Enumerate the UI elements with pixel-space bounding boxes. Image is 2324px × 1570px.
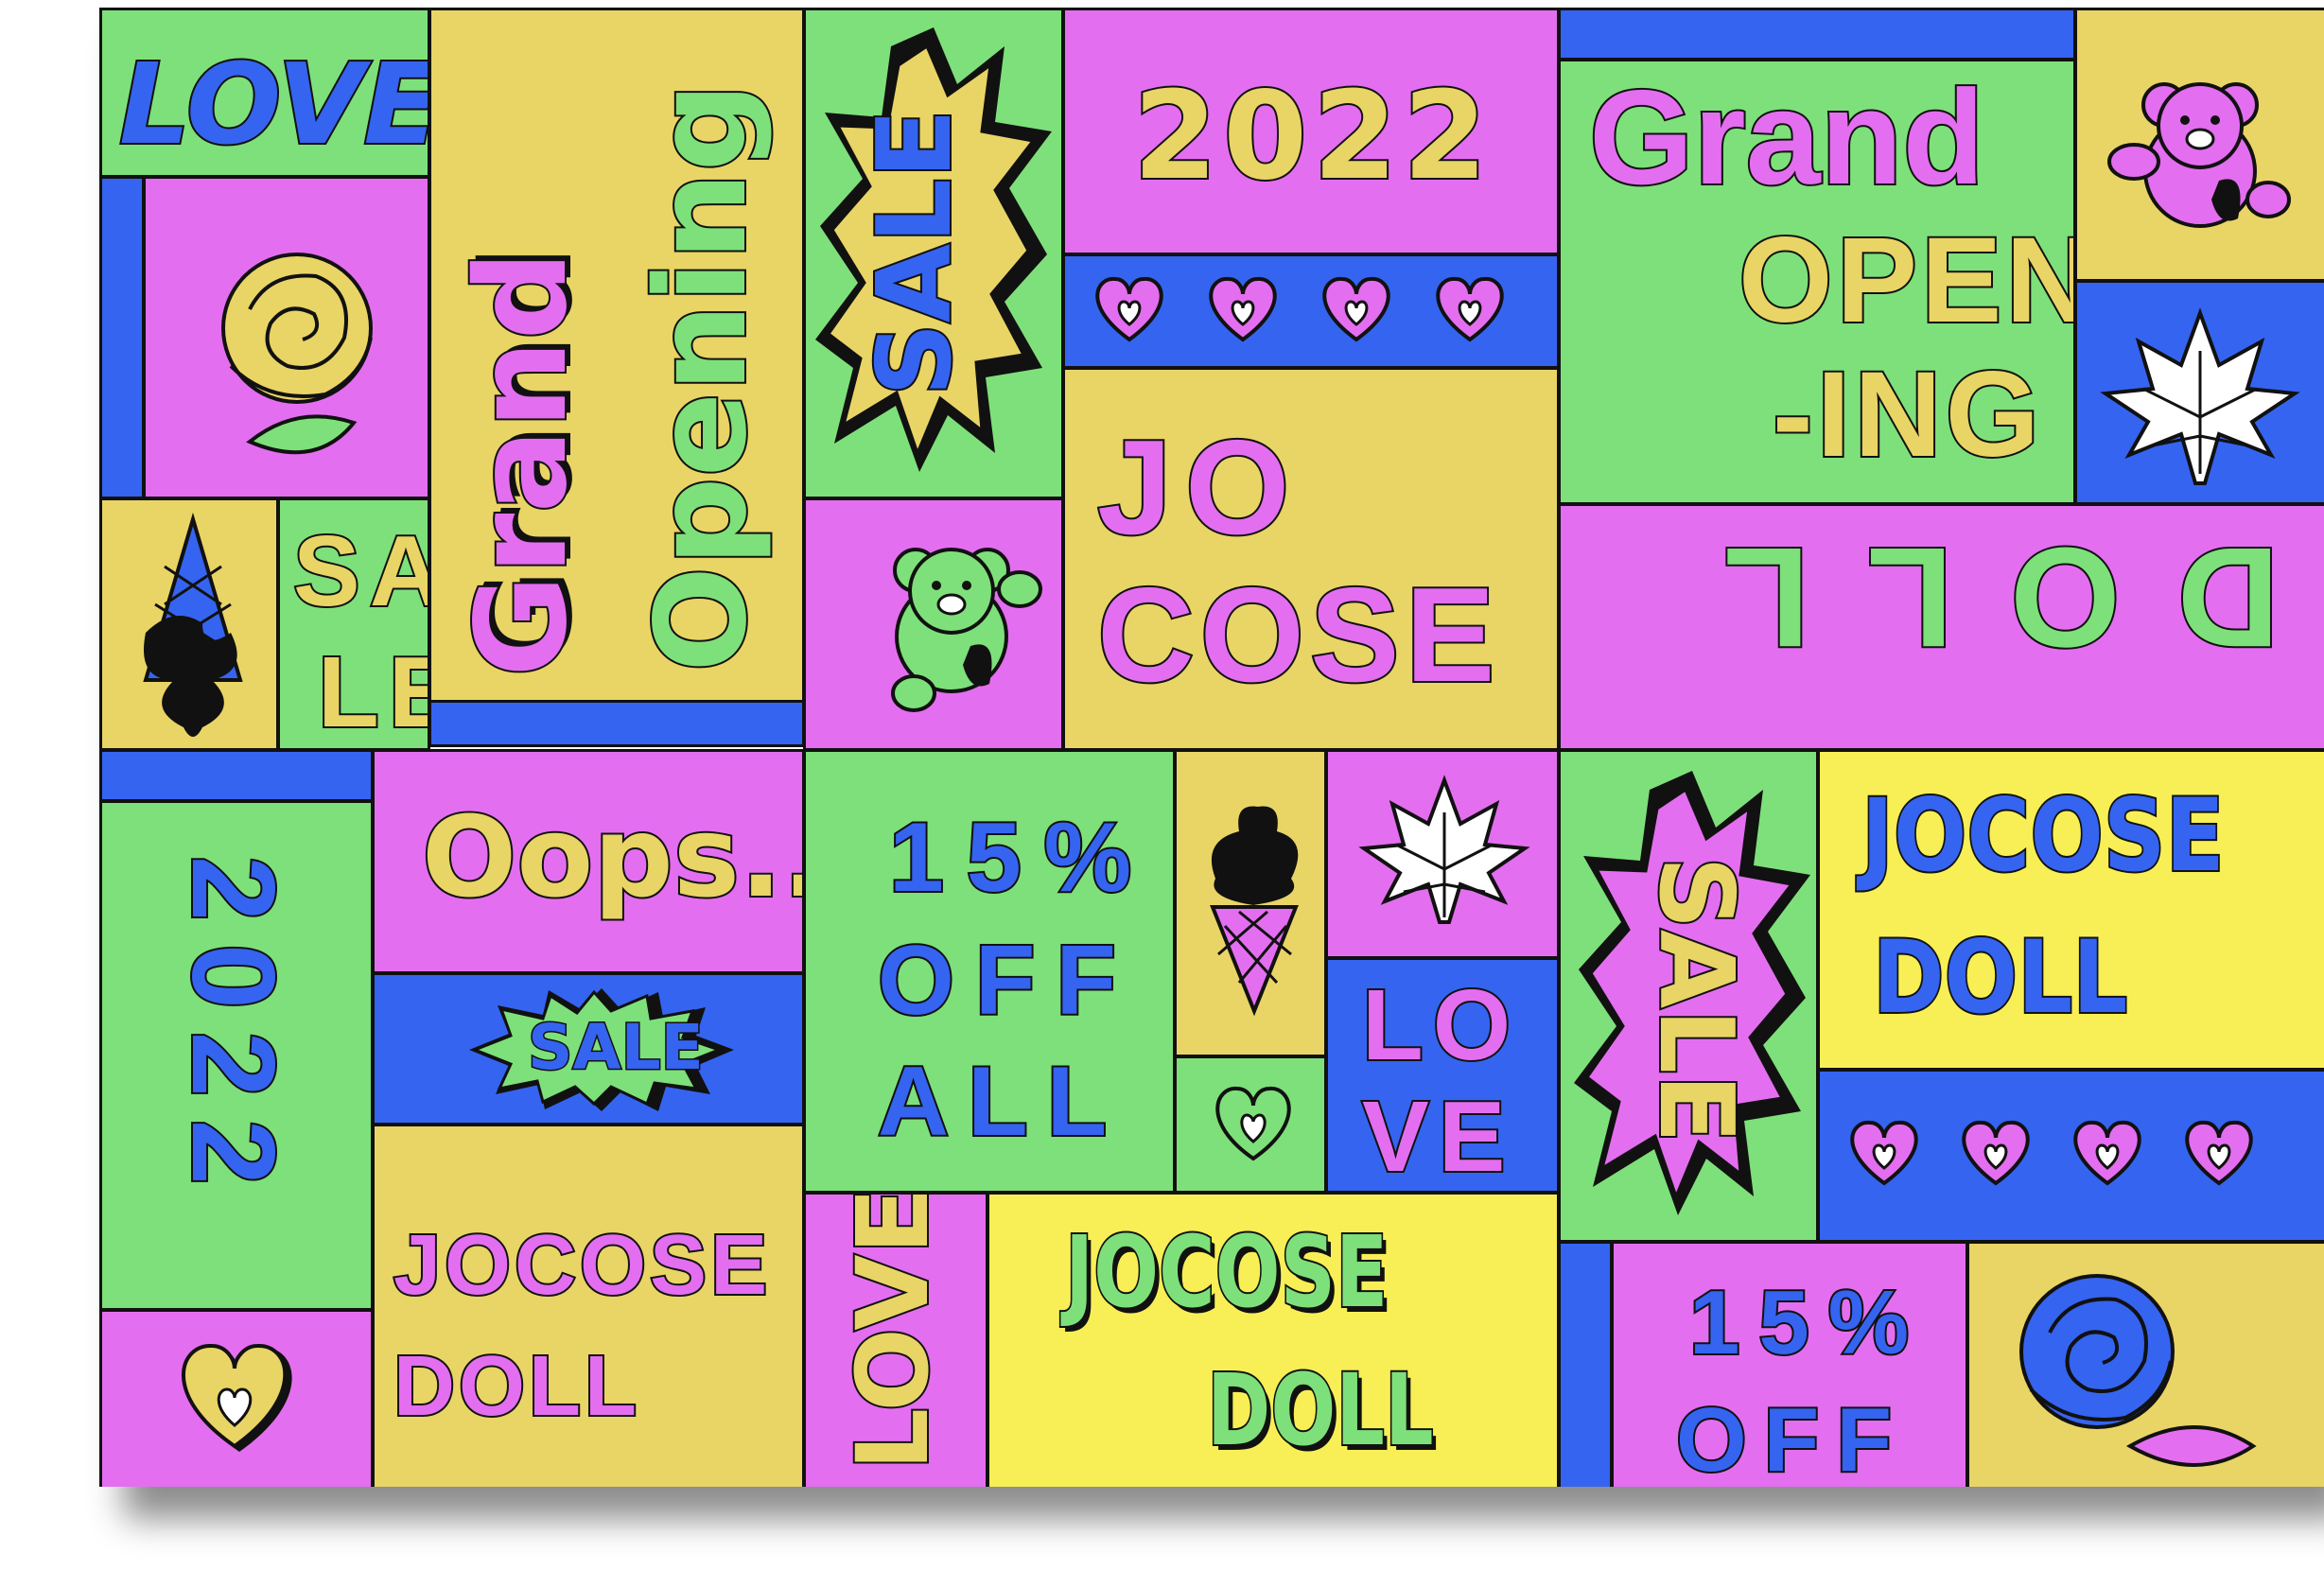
- sale-vertical-text-right: SALE: [1634, 854, 1756, 1145]
- sale-burst-top-cell: SALE: [803, 8, 1064, 499]
- bear-mid-cell: [803, 497, 1064, 751]
- sa-text: SA: [291, 515, 428, 627]
- doll-right-text: DOLL: [1871, 919, 2129, 1036]
- blue-strip-left: [99, 176, 145, 499]
- blue-strip-mid: [428, 700, 805, 747]
- opening-vertical-text: Opening: [627, 80, 777, 674]
- jocose-right-text: JOCOSE: [1860, 777, 2226, 894]
- ice-cream-top-cell: [99, 497, 279, 751]
- year-top-text: 2022: [1131, 66, 1494, 207]
- lo-ve-cell: LO VE: [1325, 957, 1560, 1194]
- heart-icon: [1850, 1120, 1918, 1186]
- maple-leaf-icon: [2100, 307, 2300, 485]
- heart-icon: [1209, 276, 1277, 342]
- ing-right-text: -ING: [1771, 347, 2044, 482]
- pct-15-bottom-text: 15%: [1687, 1272, 1929, 1373]
- heart-icon: [1215, 1086, 1291, 1161]
- sale-small-cell: SALE: [372, 972, 805, 1125]
- rose-icon: [221, 253, 373, 455]
- cose-text: COSE: [1095, 560, 1501, 710]
- jocose-doll-right-cell: JOCOSE DOLL: [1817, 749, 2324, 1071]
- oops-cell: Oops..: [372, 749, 805, 974]
- heart-icon: [1436, 276, 1504, 342]
- blue-strip-top-right: [1558, 8, 2076, 61]
- sale-vertical-text-top: SALE: [854, 107, 976, 398]
- ice-cream-icon: [1210, 806, 1299, 1017]
- grand-opening-cell: Grand Opening: [428, 8, 805, 713]
- bear-top-cell: [2074, 8, 2324, 282]
- doll-rotated-cell: DOLL: [1558, 503, 2324, 751]
- rose-icon: [2019, 1274, 2257, 1467]
- open-right-text: OPEN: [1737, 213, 2076, 348]
- heart-icon: [1962, 1120, 2030, 1186]
- heart-mid-cell: [1174, 1055, 1327, 1194]
- lo-text: LO: [1360, 969, 1521, 1081]
- sa-le-cell: SA LE: [277, 497, 430, 751]
- jocose-bottom-mid-text: JOCOSE: [1063, 1214, 1389, 1330]
- rose-cell-top: [143, 176, 430, 499]
- pct-15-text: 15%: [887, 803, 1155, 913]
- grand-opening-right-cell: Grand OPEN -ING: [1558, 59, 2076, 505]
- sale-small-text: SALE: [527, 1011, 706, 1084]
- fifteen-off-all-cell: 15% OFF ALL: [803, 749, 1176, 1194]
- rose-bottom-cell: [1966, 1241, 2324, 1487]
- teddy-bear-icon: [2107, 82, 2291, 228]
- fifteen-off-bottom-cell: 15% OFF: [1611, 1241, 1968, 1487]
- doll-bottom-mid-text: DOLL: [1205, 1352, 1435, 1468]
- oops-text: Oops..: [420, 792, 805, 922]
- off-text: OFF: [876, 926, 1137, 1036]
- poster: LOVE Grand Opening SALE 2022 JO COSE Gra…: [99, 8, 2324, 1487]
- year-left-cell: 2022: [99, 800, 374, 1311]
- le-text: LE: [316, 637, 428, 748]
- heart-icon: [1322, 276, 1390, 342]
- grand-right-text: Grand: [1587, 62, 1986, 213]
- love-top-text: LOVE: [117, 39, 430, 169]
- leaf-top-cell: [2074, 280, 2324, 505]
- sale-burst-right-cell: SALE: [1558, 749, 1819, 1243]
- love-top-cell: LOVE: [99, 8, 430, 178]
- love-bottom-text: LOVE: [833, 1192, 952, 1473]
- heart-icon: [2185, 1120, 2253, 1186]
- love-bottom-cell: LOVE: [803, 1192, 988, 1487]
- hearts-strip-top: [1062, 253, 1560, 369]
- teddy-bear-icon: [891, 548, 1042, 712]
- leaf-bottom-cell: [1325, 749, 1560, 959]
- jocose-bottom-left-cell: JOCOSE DOLL: [372, 1124, 805, 1487]
- jocose-bottom-mid-cell: JOCOSE DOLL: [987, 1192, 1560, 1487]
- maple-leaf-icon: [1358, 775, 1530, 924]
- year-top-cell: 2022: [1062, 8, 1560, 255]
- off-bottom-text: OFF: [1674, 1389, 1909, 1488]
- jocose-bottom-left-text: JOCOSE: [392, 1218, 772, 1313]
- year-left-text: 2022: [166, 854, 300, 1210]
- heart-icon: [1095, 276, 1163, 342]
- heart-bottom-left-cell: [99, 1309, 374, 1487]
- ve-text: VE: [1360, 1081, 1515, 1193]
- ice-cream-icon: [143, 512, 243, 737]
- grand-vertical-text: Grand: [447, 249, 597, 679]
- ice-cream-bottom-cell: [1174, 749, 1327, 1057]
- doll-bottom-left-text: DOLL: [392, 1339, 640, 1434]
- heart-icon: [182, 1343, 292, 1452]
- blue-strip-bottom-right: [1558, 1241, 1613, 1487]
- heart-icon: [2073, 1120, 2141, 1186]
- jo-cose-cell: JO COSE: [1062, 367, 1560, 751]
- jo-text: JO: [1095, 412, 1303, 563]
- doll-rotated-text: DOLL: [1665, 516, 2281, 679]
- blue-strip-bottom-left: [99, 749, 374, 802]
- hearts-strip-bottom: [1817, 1069, 2324, 1243]
- all-text: ALL: [876, 1047, 1127, 1157]
